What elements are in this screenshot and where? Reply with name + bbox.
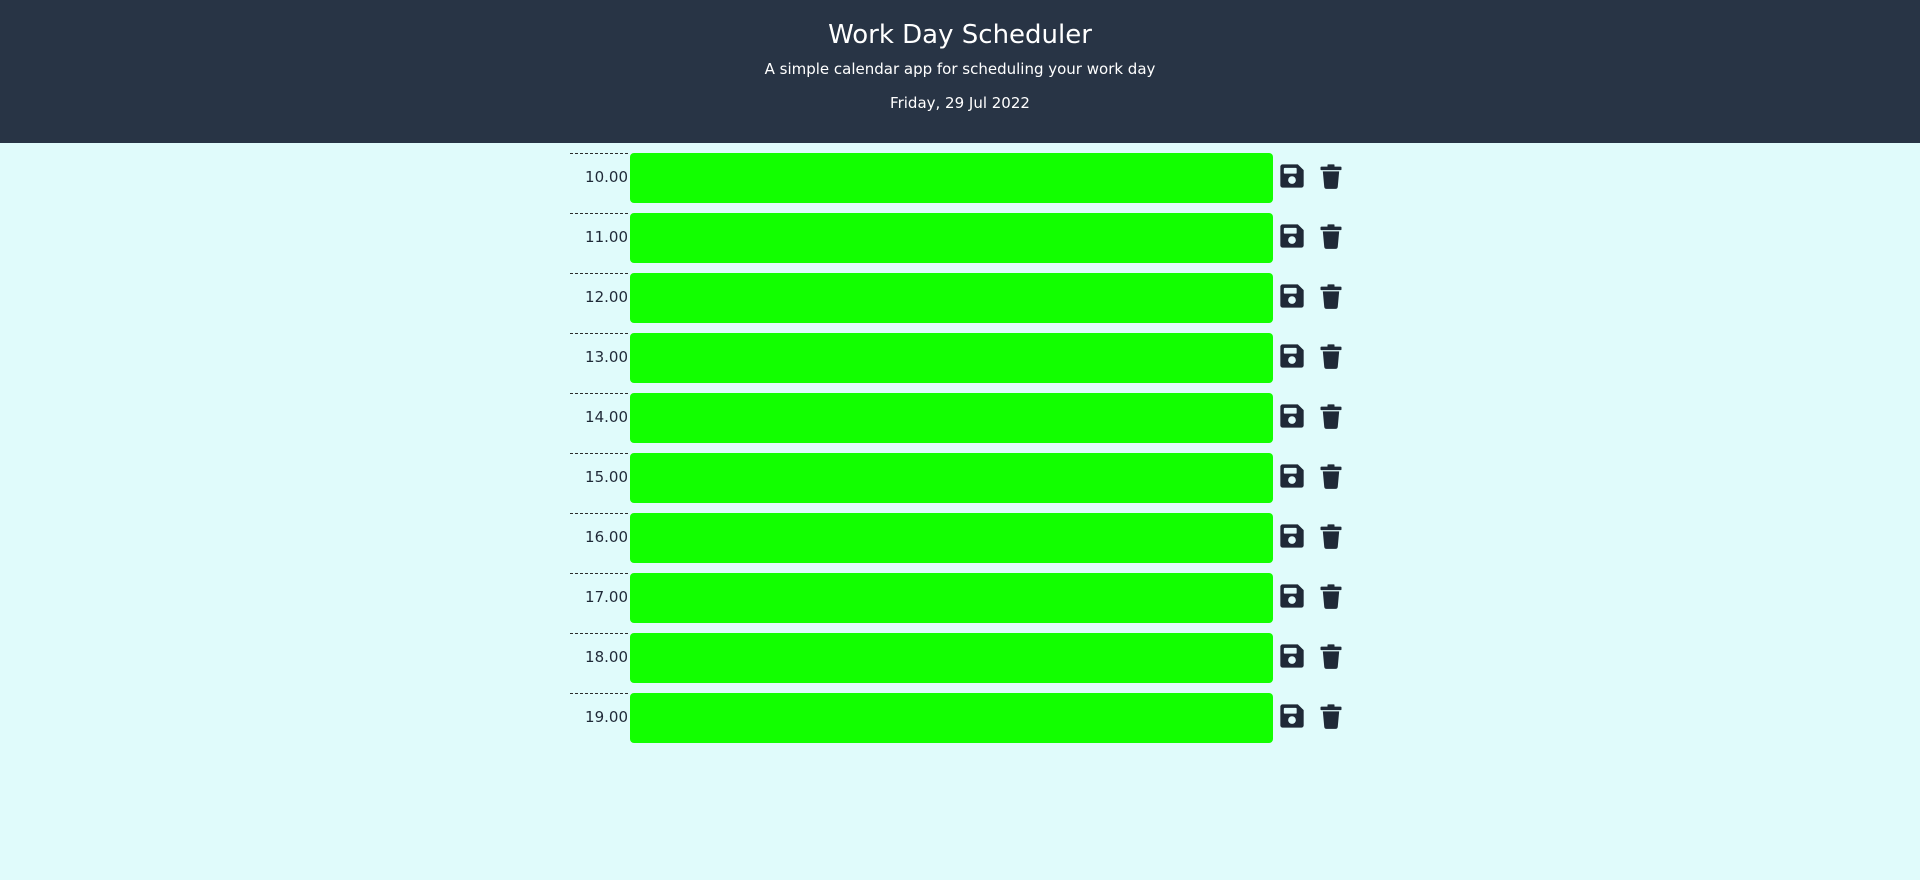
time-block: 14.00 xyxy=(570,393,1345,445)
time-block: 18.00 xyxy=(570,633,1345,685)
task-input[interactable] xyxy=(630,393,1273,443)
task-input[interactable] xyxy=(630,273,1273,323)
floppy-disk-icon xyxy=(1278,342,1306,370)
trash-icon xyxy=(1317,342,1345,370)
save-button[interactable] xyxy=(1278,222,1306,250)
hour-label: 17.00 xyxy=(570,573,628,625)
task-input[interactable] xyxy=(630,333,1273,383)
save-button[interactable] xyxy=(1278,702,1306,730)
trash-icon xyxy=(1317,402,1345,430)
delete-button[interactable] xyxy=(1317,342,1345,370)
hour-label: 11.00 xyxy=(570,213,628,265)
hour-label: 10.00 xyxy=(570,153,628,205)
trash-icon xyxy=(1317,162,1345,190)
save-button[interactable] xyxy=(1278,582,1306,610)
save-button[interactable] xyxy=(1278,282,1306,310)
delete-button[interactable] xyxy=(1317,462,1345,490)
current-date: Friday, 29 Jul 2022 xyxy=(890,94,1030,112)
time-block: 17.00 xyxy=(570,573,1345,625)
time-block: 10.00 xyxy=(570,153,1345,205)
delete-button[interactable] xyxy=(1317,402,1345,430)
time-block: 13.00 xyxy=(570,333,1345,385)
floppy-disk-icon xyxy=(1278,642,1306,670)
floppy-disk-icon xyxy=(1278,282,1306,310)
task-input[interactable] xyxy=(630,513,1273,563)
task-input[interactable] xyxy=(630,153,1273,203)
save-button[interactable] xyxy=(1278,342,1306,370)
app-header: Work Day Scheduler A simple calendar app… xyxy=(0,0,1920,143)
time-block: 19.00 xyxy=(570,693,1345,745)
delete-button[interactable] xyxy=(1317,162,1345,190)
time-block: 16.00 xyxy=(570,513,1345,565)
trash-icon xyxy=(1317,582,1345,610)
floppy-disk-icon xyxy=(1278,222,1306,250)
page-title: Work Day Scheduler xyxy=(828,20,1092,50)
hour-label: 13.00 xyxy=(570,333,628,385)
task-input[interactable] xyxy=(630,633,1273,683)
trash-icon xyxy=(1317,462,1345,490)
save-button[interactable] xyxy=(1278,162,1306,190)
trash-icon xyxy=(1317,642,1345,670)
delete-button[interactable] xyxy=(1317,702,1345,730)
save-button[interactable] xyxy=(1278,402,1306,430)
hour-label: 12.00 xyxy=(570,273,628,325)
floppy-disk-icon xyxy=(1278,402,1306,430)
floppy-disk-icon xyxy=(1278,162,1306,190)
trash-icon xyxy=(1317,282,1345,310)
trash-icon xyxy=(1317,522,1345,550)
delete-button[interactable] xyxy=(1317,222,1345,250)
hour-label: 15.00 xyxy=(570,453,628,505)
time-block: 12.00 xyxy=(570,273,1345,325)
time-block: 11.00 xyxy=(570,213,1345,265)
task-input[interactable] xyxy=(630,213,1273,263)
hour-label: 18.00 xyxy=(570,633,628,685)
time-block: 15.00 xyxy=(570,453,1345,505)
delete-button[interactable] xyxy=(1317,522,1345,550)
save-button[interactable] xyxy=(1278,522,1306,550)
trash-icon xyxy=(1317,702,1345,730)
scheduler: 10.00 11.00 12.00 13.00 14.00 15.00 16.0… xyxy=(570,153,1345,745)
delete-button[interactable] xyxy=(1317,282,1345,310)
task-input[interactable] xyxy=(630,573,1273,623)
save-button[interactable] xyxy=(1278,462,1306,490)
floppy-disk-icon xyxy=(1278,582,1306,610)
task-input[interactable] xyxy=(630,693,1273,743)
task-input[interactable] xyxy=(630,453,1273,503)
hour-label: 19.00 xyxy=(570,693,628,745)
page-subtitle: A simple calendar app for scheduling you… xyxy=(764,60,1156,78)
delete-button[interactable] xyxy=(1317,582,1345,610)
hour-label: 14.00 xyxy=(570,393,628,445)
floppy-disk-icon xyxy=(1278,702,1306,730)
floppy-disk-icon xyxy=(1278,522,1306,550)
save-button[interactable] xyxy=(1278,642,1306,670)
delete-button[interactable] xyxy=(1317,642,1345,670)
hour-label: 16.00 xyxy=(570,513,628,565)
floppy-disk-icon xyxy=(1278,462,1306,490)
trash-icon xyxy=(1317,222,1345,250)
